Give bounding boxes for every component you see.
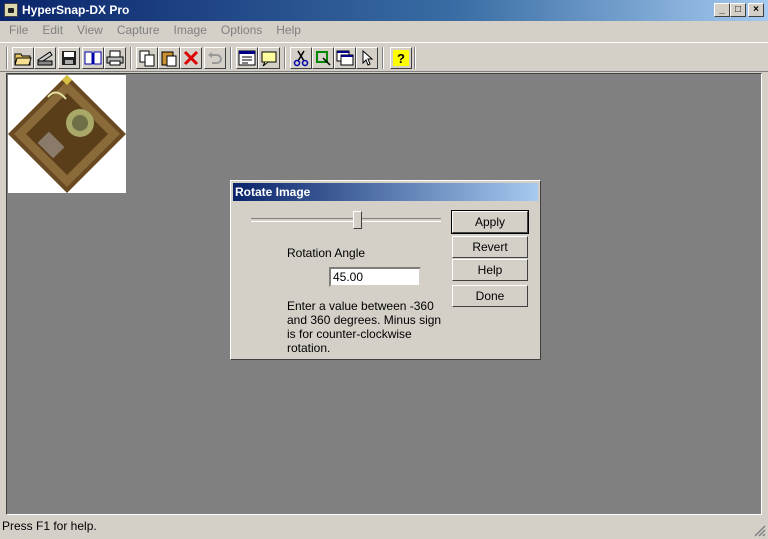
help-button[interactable]: Help <box>452 259 528 281</box>
menu-help[interactable]: Help <box>268 21 307 40</box>
delete-icon[interactable] <box>180 47 202 69</box>
resize-grip-icon[interactable] <box>754 525 766 537</box>
paste-icon[interactable] <box>158 47 180 69</box>
pointer-icon[interactable] <box>356 47 378 69</box>
maximize-button[interactable]: □ <box>730 3 746 17</box>
close-button[interactable]: × <box>748 3 764 17</box>
menu-image[interactable]: Image <box>166 21 213 40</box>
rotation-slider-thumb[interactable] <box>353 211 362 229</box>
toolbar-separator <box>414 47 416 69</box>
rotation-slider-track[interactable] <box>251 218 441 222</box>
status-text: Press F1 for help. <box>2 519 97 533</box>
note-icon[interactable] <box>258 47 280 69</box>
menu-bar: File Edit View Capture Image Options Hel… <box>0 21 768 40</box>
done-button[interactable]: Done <box>452 285 528 307</box>
cut-icon[interactable] <box>290 47 312 69</box>
revert-button[interactable]: Revert <box>452 236 528 258</box>
title-bar: HyperSnap-DX Pro _ □ × <box>0 0 768 21</box>
help-icon[interactable]: ? <box>390 47 412 69</box>
toolbar-separator <box>382 47 384 69</box>
copy-icon[interactable] <box>136 47 158 69</box>
rotation-help-text: Enter a value between -360 and 360 degre… <box>287 299 442 355</box>
toolbar-separator <box>130 47 132 69</box>
scan-icon[interactable] <box>34 47 56 69</box>
rotation-angle-label: Rotation Angle <box>287 246 366 260</box>
edit-icon[interactable] <box>236 47 258 69</box>
window-icon[interactable] <box>334 47 356 69</box>
camera-icon <box>4 3 18 17</box>
window-title: HyperSnap-DX Pro <box>22 3 130 17</box>
rotated-image <box>8 75 126 193</box>
menu-options[interactable]: Options <box>213 21 268 40</box>
minimize-button[interactable]: _ <box>714 3 730 17</box>
rotate-image-dialog: Rotate Image Rotation Angle Enter a valu… <box>230 180 541 360</box>
dialog-title: Rotate Image <box>233 183 538 201</box>
svg-text:?: ? <box>397 51 405 66</box>
toolbar-separator <box>284 47 286 69</box>
menu-view[interactable]: View <box>69 21 109 40</box>
save-icon[interactable] <box>58 47 80 69</box>
toolbar-separator <box>6 47 8 69</box>
image-canvas[interactable]: Rotate Image Rotation Angle Enter a valu… <box>6 73 762 515</box>
menu-file[interactable]: File <box>0 21 34 40</box>
crop-icon[interactable] <box>312 47 334 69</box>
rotation-angle-input[interactable] <box>329 267 421 287</box>
menu-edit[interactable]: Edit <box>34 21 69 40</box>
app-window: HyperSnap-DX Pro _ □ × File Edit View Ca… <box>0 0 768 539</box>
status-bar: Press F1 for help. <box>0 515 768 539</box>
print-icon[interactable] <box>104 47 126 69</box>
menu-capture[interactable]: Capture <box>109 21 166 40</box>
undo-icon[interactable] <box>204 47 226 69</box>
toolbar-separator <box>230 47 232 69</box>
toolbar: ? <box>0 42 768 72</box>
apply-button[interactable]: Apply <box>451 210 529 234</box>
open-icon[interactable] <box>12 47 34 69</box>
book-icon[interactable] <box>82 47 104 69</box>
